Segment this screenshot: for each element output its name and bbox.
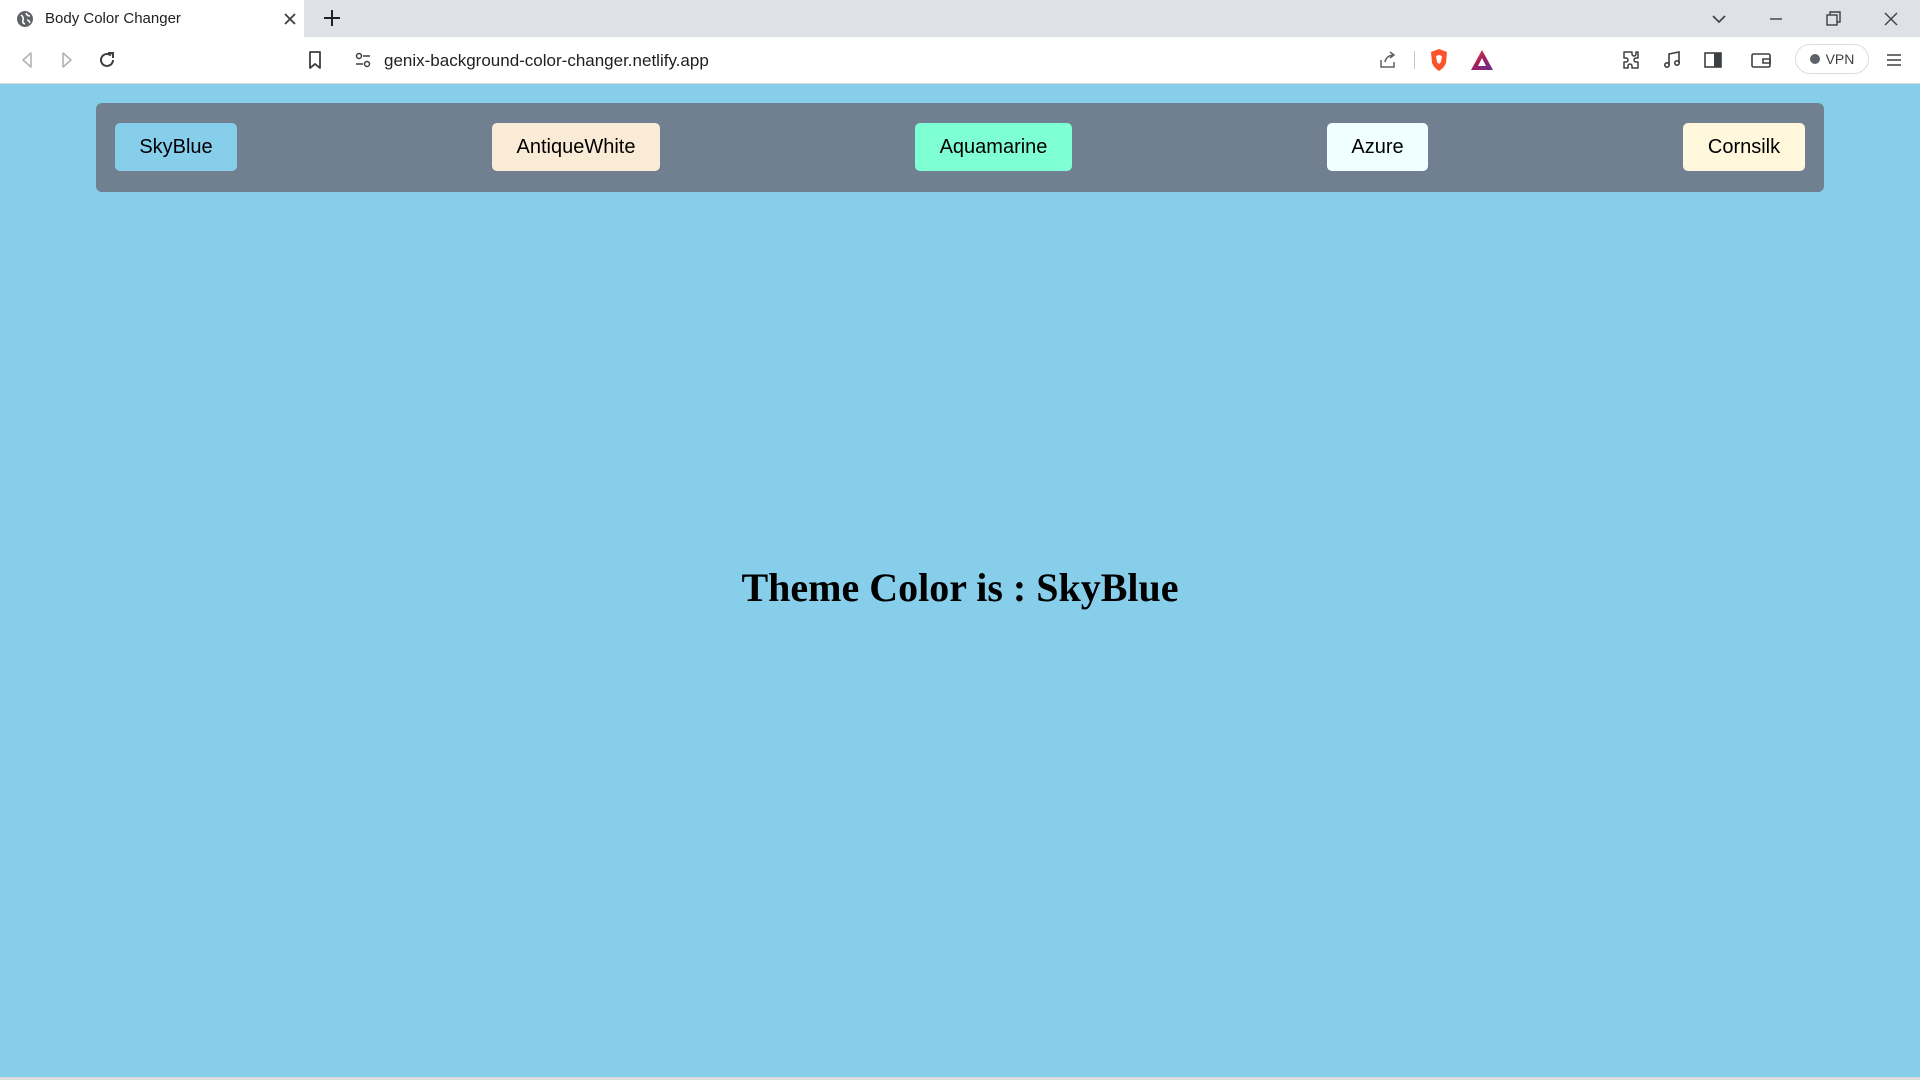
cornsilk-button[interactable]: Cornsilk <box>1683 123 1805 171</box>
wallet-icon[interactable] <box>1749 48 1773 72</box>
browser-toolbar: genix-background-color-changer.netlify.a… <box>0 37 1920 84</box>
site-info-icon[interactable] <box>354 51 372 69</box>
theme-heading: Theme Color is : SkyBlue <box>741 565 1179 610</box>
plus-icon[interactable] <box>321 7 343 29</box>
menu-icon[interactable] <box>1882 48 1906 72</box>
brave-rewards-icon[interactable] <box>1470 49 1494 71</box>
vpn-status-icon <box>1809 54 1820 64</box>
close-window-icon[interactable] <box>1879 7 1903 31</box>
restore-icon[interactable] <box>1821 7 1845 31</box>
globe-icon <box>17 11 33 27</box>
aquamarine-button[interactable]: Aquamarine <box>915 123 1072 171</box>
color-button-bar: SkyBlue AntiqueWhite Aquamarine Azure Co… <box>96 103 1824 192</box>
minimize-icon[interactable] <box>1764 7 1788 31</box>
vpn-label: VPN <box>1825 51 1855 67</box>
browser-tab[interactable]: Body Color Changer <box>0 0 304 37</box>
skyblue-button[interactable]: SkyBlue <box>115 123 237 171</box>
media-icon[interactable] <box>1660 48 1684 72</box>
bookmark-icon[interactable] <box>302 47 328 73</box>
azure-button[interactable]: Azure <box>1327 123 1428 171</box>
tab-strip: Body Color Changer <box>0 0 1920 37</box>
close-icon[interactable] <box>281 10 299 28</box>
vpn-button[interactable]: VPN <box>1795 44 1869 74</box>
forward-icon[interactable] <box>54 47 80 73</box>
extensions-icon[interactable] <box>1619 48 1643 72</box>
brave-shield-icon[interactable] <box>1428 48 1450 72</box>
address-bar-divider <box>1414 51 1415 69</box>
address-bar[interactable]: genix-background-color-changer.netlify.a… <box>342 42 1504 78</box>
page-body: SkyBlue AntiqueWhite Aquamarine Azure Co… <box>0 84 1920 1080</box>
sidebar-icon[interactable] <box>1701 48 1725 72</box>
share-icon[interactable] <box>1378 50 1398 70</box>
url-text: genix-background-color-changer.netlify.a… <box>384 51 709 70</box>
reload-icon[interactable] <box>94 47 120 73</box>
back-icon[interactable] <box>14 47 40 73</box>
chevron-down-icon[interactable] <box>1707 7 1731 31</box>
tab-title: Body Color Changer <box>45 10 181 27</box>
antiquewhite-button[interactable]: AntiqueWhite <box>492 123 660 171</box>
